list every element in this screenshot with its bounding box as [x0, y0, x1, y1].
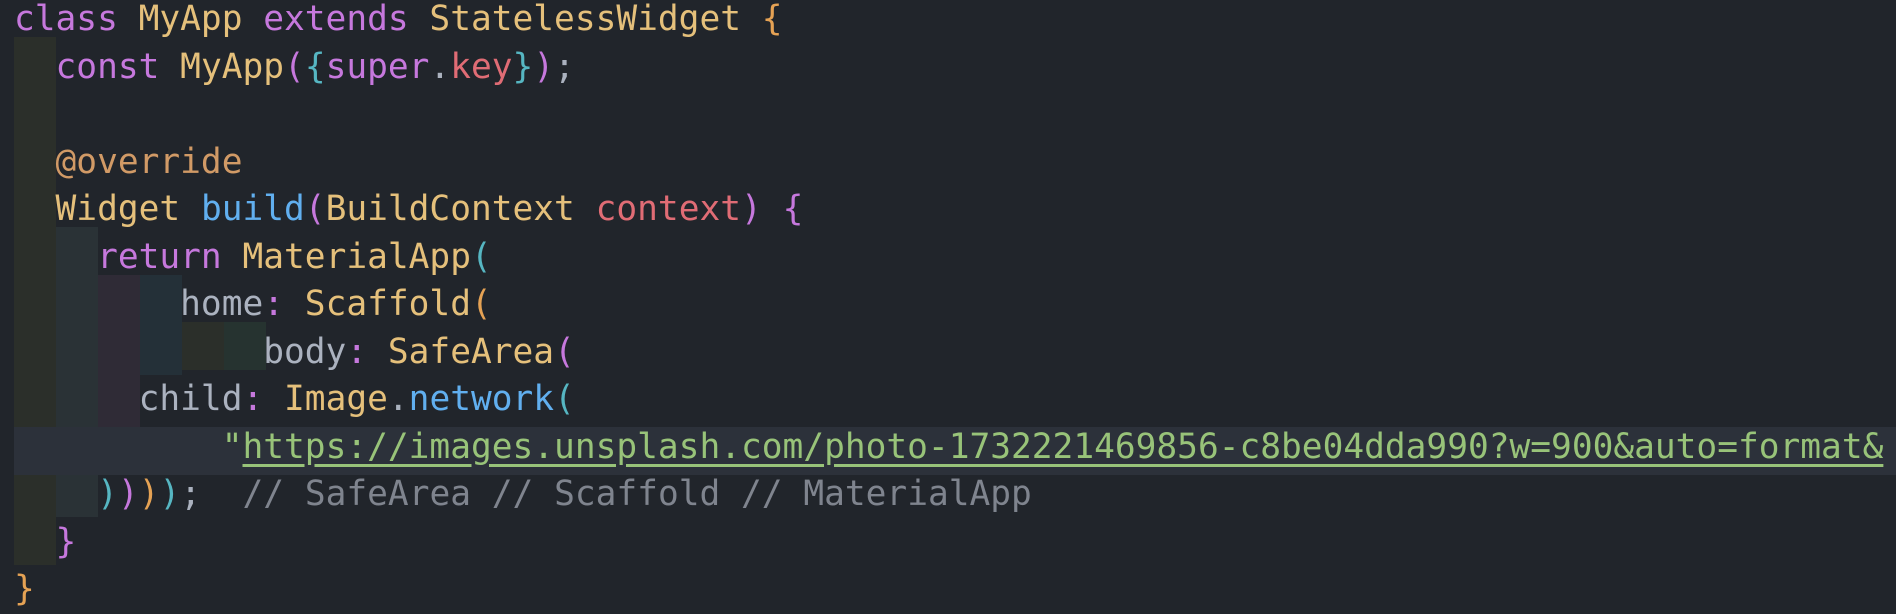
code-token: extends — [263, 0, 430, 39]
code-token: child — [14, 379, 243, 419]
code-token: ( — [284, 46, 305, 87]
code-line[interactable]: child: Image.network( — [14, 376, 575, 424]
code-line[interactable]: const MyApp({super.key}); — [14, 44, 575, 92]
code-token: : — [242, 379, 285, 419]
code-line[interactable]: "https://images.unsplash.com/photo-17322… — [14, 424, 1884, 472]
code-token: Image — [284, 379, 388, 419]
code-token: ( — [470, 284, 492, 324]
code-token: } — [512, 46, 534, 87]
code-token: ) — [117, 474, 139, 514]
code-token: ( — [470, 236, 492, 277]
code-token: const — [14, 46, 181, 87]
code-line[interactable]: Widget build(BuildContext context) { — [14, 186, 804, 234]
code-token: " — [14, 426, 243, 467]
code-token: MyApp — [138, 0, 264, 39]
code-line[interactable]: } — [14, 566, 35, 614]
code-line[interactable]: )))); // SafeArea // Scaffold // Materia… — [14, 471, 1032, 519]
code-token: body — [14, 331, 347, 372]
code-line[interactable]: class MyApp extends StatelessWidget { — [14, 0, 783, 44]
code-token: { — [761, 0, 783, 39]
code-area[interactable]: class MyApp extends StatelessWidget { co… — [0, 0, 1896, 614]
code-token: ( — [304, 189, 326, 229]
code-token: MaterialApp — [242, 236, 471, 277]
code-line[interactable]: return MaterialApp( — [14, 234, 492, 282]
code-token: StatelessWidget — [429, 0, 762, 39]
code-token: MyApp — [180, 46, 285, 87]
code-token: class — [14, 0, 139, 39]
code-token: ) — [97, 474, 118, 514]
code-token: : — [346, 331, 388, 372]
code-token: . — [429, 46, 451, 87]
code-token: return — [14, 236, 243, 277]
code-token: ) — [159, 474, 181, 514]
code-token: } — [14, 521, 77, 562]
code-token: @override — [14, 141, 243, 182]
code-token: ) — [138, 474, 160, 514]
code-line[interactable]: } — [14, 519, 77, 567]
code-token: SafeArea — [387, 331, 555, 372]
code-token: build — [200, 189, 305, 229]
code-token: Widget — [14, 189, 201, 229]
code-token: ( — [554, 379, 575, 419]
code-editor[interactable]: class MyApp extends StatelessWidget { co… — [0, 0, 1896, 614]
code-token: // SafeArea // Scaffold // MaterialApp — [242, 474, 1032, 514]
code-token: ) — [533, 46, 555, 87]
code-token: BuildContext — [325, 189, 596, 229]
code-token: { — [304, 46, 326, 87]
code-line[interactable]: body: SafeArea( — [14, 329, 575, 377]
code-token: key — [450, 46, 513, 87]
code-token: . — [387, 379, 409, 419]
code-token: ; — [180, 474, 243, 514]
code-token: super — [325, 46, 430, 87]
code-token: { — [782, 189, 804, 229]
code-token: network — [408, 379, 555, 419]
code-line[interactable]: @override — [14, 139, 243, 187]
code-token: home — [14, 284, 264, 324]
code-token: : — [263, 284, 305, 324]
code-token: ( — [554, 331, 575, 372]
code-token: context — [595, 189, 742, 229]
url-link[interactable]: https://images.unsplash.com/photo-173222… — [242, 427, 1883, 467]
code-token: Scaffold — [304, 284, 471, 324]
code-line[interactable]: home: Scaffold( — [14, 281, 492, 329]
code-token: ) — [741, 189, 783, 229]
code-token: ; — [554, 46, 575, 87]
code-token: } — [14, 569, 35, 609]
